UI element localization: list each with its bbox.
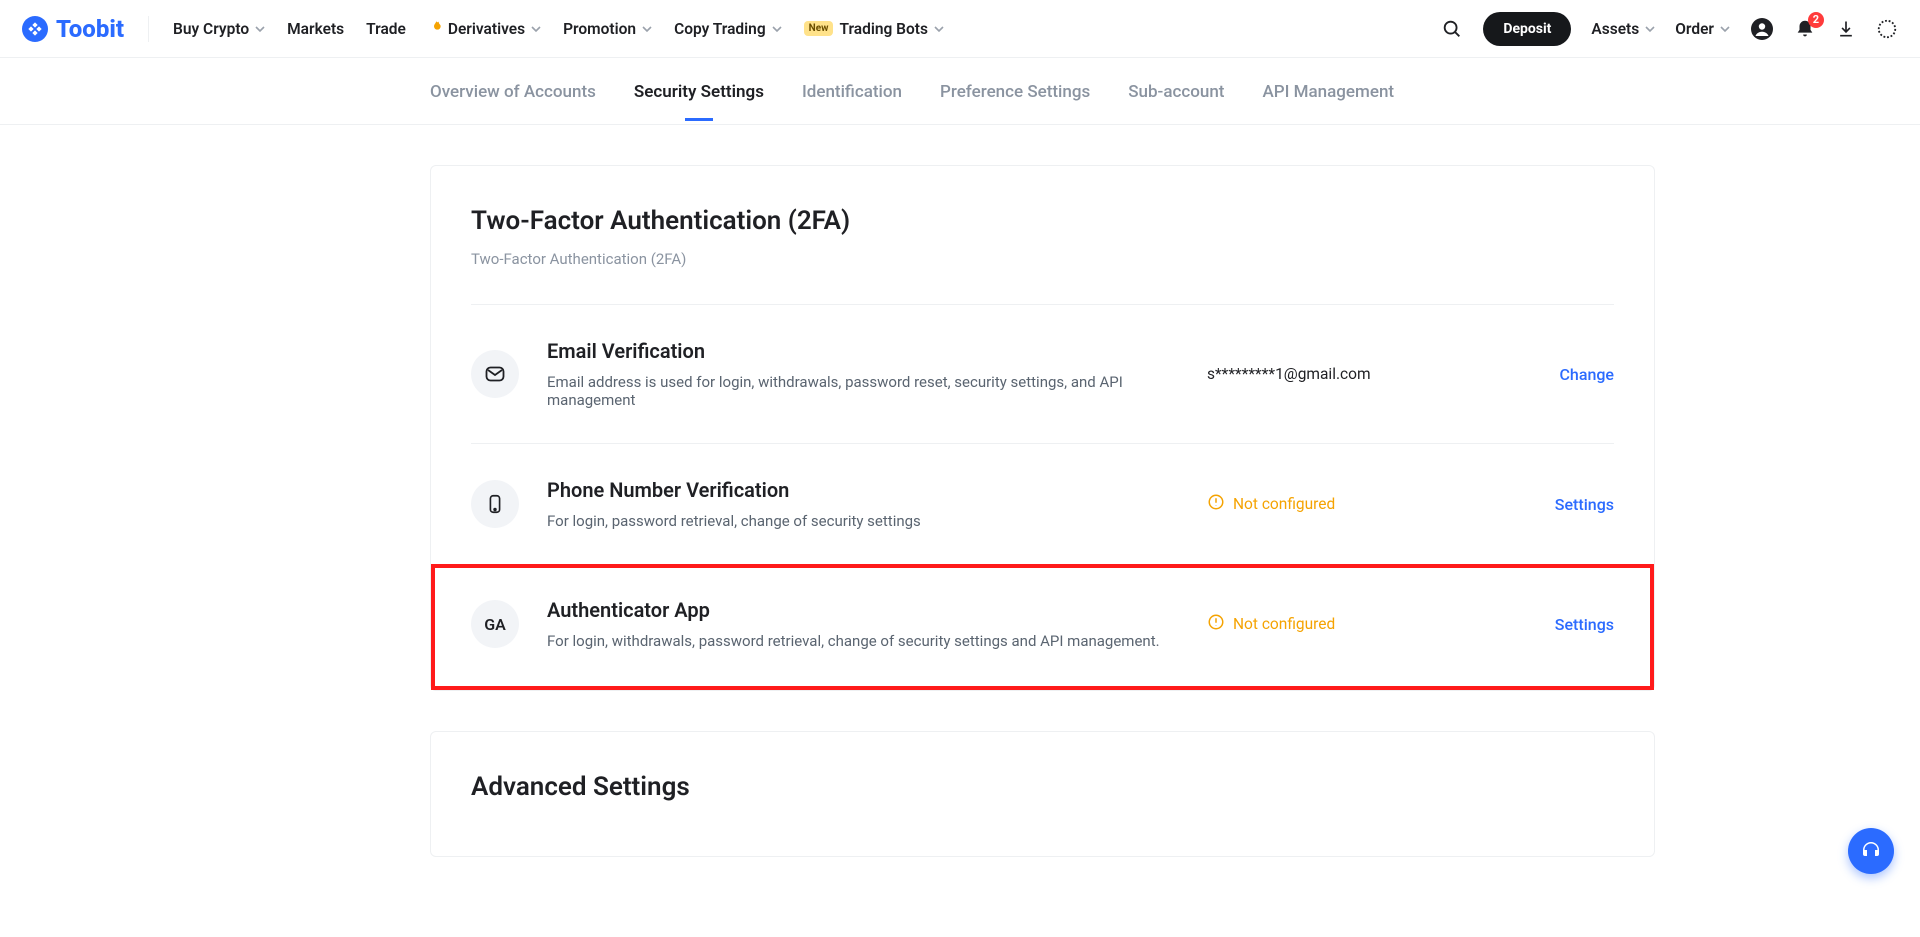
row-authenticator-app: GA Authenticator App For login, withdraw… — [431, 564, 1654, 690]
chevron-down-icon — [934, 24, 944, 34]
divider — [148, 16, 149, 42]
tab-api-management[interactable]: API Management — [1262, 62, 1394, 120]
top-nav: Toobit Buy Crypto Markets Trade Derivati… — [0, 0, 1920, 58]
new-badge: New — [804, 21, 834, 36]
account-subnav: Overview of Accounts Security Settings I… — [0, 58, 1920, 125]
bell-icon[interactable]: 2 — [1794, 18, 1816, 40]
row-main: Phone Number Verification For login, pas… — [547, 478, 1197, 530]
tab-sub-account[interactable]: Sub-account — [1128, 62, 1224, 120]
nav-buy-crypto[interactable]: Buy Crypto — [173, 20, 265, 38]
tab-preference-settings[interactable]: Preference Settings — [940, 62, 1090, 120]
chevron-down-icon — [531, 24, 541, 34]
phone-status: Not configured — [1197, 493, 1555, 515]
twofa-card: Two-Factor Authentication (2FA) Two-Fact… — [430, 165, 1655, 691]
settings-link[interactable]: Settings — [1555, 495, 1614, 514]
nav-promotion[interactable]: Promotion — [563, 20, 652, 38]
nav-assets[interactable]: Assets — [1591, 20, 1655, 38]
deposit-button[interactable]: Deposit — [1483, 12, 1571, 46]
chevron-down-icon — [1645, 24, 1655, 34]
profile-icon[interactable] — [1750, 17, 1774, 41]
tab-overview[interactable]: Overview of Accounts — [430, 62, 596, 120]
nav-left: Toobit Buy Crypto Markets Trade Derivati… — [22, 15, 944, 43]
search-icon[interactable] — [1441, 18, 1463, 40]
row-phone-verification: Phone Number Verification For login, pas… — [471, 443, 1614, 564]
change-link[interactable]: Change — [1559, 365, 1614, 384]
row-desc: For login, withdrawals, password retriev… — [547, 632, 1197, 650]
row-main: Email Verification Email address is used… — [547, 339, 1197, 409]
brand-logo-icon — [22, 16, 48, 42]
warning-icon — [1207, 613, 1225, 635]
auth-status: Not configured — [1197, 613, 1555, 635]
page-body: Two-Factor Authentication (2FA) Two-Fact… — [260, 125, 1660, 937]
email-value: s*********1@gmail.com — [1197, 365, 1559, 383]
ga-icon: GA — [471, 600, 519, 648]
tab-identification[interactable]: Identification — [802, 62, 902, 120]
row-email-verification: Email Verification Email address is used… — [471, 304, 1614, 443]
warning-icon — [1207, 493, 1225, 515]
tab-security-settings[interactable]: Security Settings — [634, 62, 764, 120]
row-desc: Email address is used for login, withdra… — [547, 373, 1197, 409]
notification-badge: 2 — [1808, 12, 1824, 28]
download-icon[interactable] — [1836, 19, 1856, 39]
flame-icon — [428, 19, 444, 39]
status-text: Not configured — [1233, 615, 1335, 633]
support-fab[interactable] — [1848, 828, 1894, 874]
nav-order[interactable]: Order — [1675, 20, 1730, 38]
row-desc: For login, password retrieval, change of… — [547, 512, 1197, 530]
row-main: Authenticator App For login, withdrawals… — [547, 598, 1197, 650]
twofa-subtitle: Two-Factor Authentication (2FA) — [471, 250, 1614, 268]
twofa-title: Two-Factor Authentication (2FA) — [471, 206, 1614, 236]
chevron-down-icon — [772, 24, 782, 34]
chevron-down-icon — [642, 24, 652, 34]
advanced-card: Advanced Settings — [430, 731, 1655, 857]
brand-logo-link[interactable]: Toobit — [22, 15, 124, 43]
nav-markets[interactable]: Markets — [287, 20, 344, 38]
chevron-down-icon — [255, 24, 265, 34]
nav-trade[interactable]: Trade — [366, 20, 406, 38]
chevron-down-icon — [1720, 24, 1730, 34]
globe-icon[interactable] — [1876, 18, 1898, 40]
phone-icon — [471, 480, 519, 528]
row-title: Authenticator App — [547, 598, 1197, 622]
nav-trading-bots[interactable]: New Trading Bots — [804, 20, 944, 38]
brand-name: Toobit — [56, 15, 124, 43]
status-text: Not configured — [1233, 495, 1335, 513]
mail-icon — [471, 350, 519, 398]
nav-right: Deposit Assets Order 2 — [1441, 12, 1898, 46]
settings-link[interactable]: Settings — [1555, 615, 1614, 634]
nav-derivatives[interactable]: Derivatives — [428, 19, 541, 39]
row-title: Phone Number Verification — [547, 478, 1197, 502]
nav-copy-trading[interactable]: Copy Trading — [674, 20, 782, 38]
advanced-title: Advanced Settings — [471, 772, 1614, 802]
row-title: Email Verification — [547, 339, 1197, 363]
